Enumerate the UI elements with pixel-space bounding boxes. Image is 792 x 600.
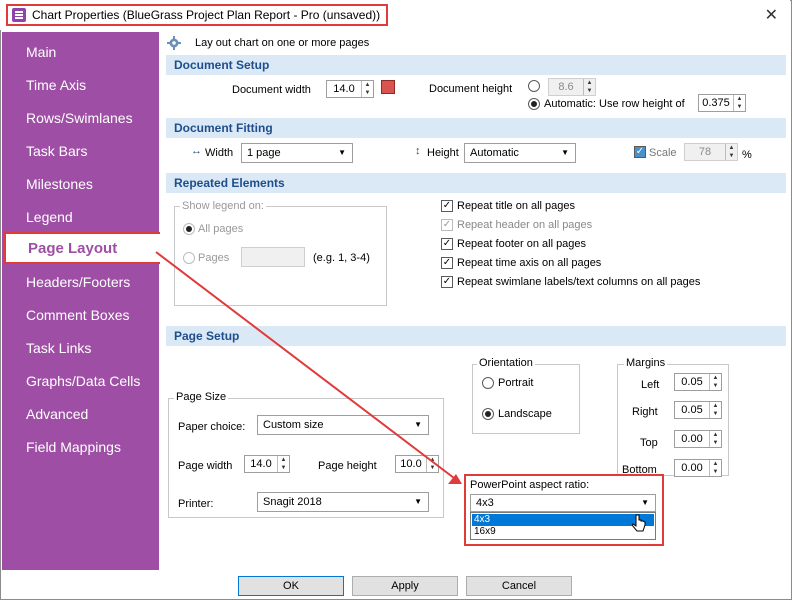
sidebar: Main Time Axis Rows/Swimlanes Task Bars … [2, 32, 159, 570]
repeat-footer-checkbox[interactable]: ✓ [441, 238, 453, 250]
sidebar-item-milestones[interactable]: Milestones [26, 176, 93, 192]
legend-pages-input[interactable] [241, 247, 305, 267]
sidebar-item-rows-swimlanes[interactable]: Rows/Swimlanes [26, 110, 133, 126]
sidebar-item-legend[interactable]: Legend [26, 209, 73, 225]
sidebar-item-headers-footers[interactable]: Headers/Footers [26, 274, 130, 290]
margin-bottom-spinner[interactable]: 0.00 ▲ ▼ [674, 459, 722, 477]
scale-spinner[interactable]: 78 ▲ ▼ [684, 143, 738, 161]
document-height-spinner[interactable]: 8.6 ▲ ▼ [548, 78, 596, 96]
printer-select[interactable]: Snagit 2018 ▼ [257, 492, 429, 512]
sidebar-item-main[interactable]: Main [26, 44, 56, 60]
mouse-cursor-icon [631, 514, 646, 535]
landscape-label: Landscape [498, 408, 552, 420]
sidebar-item-comment-boxes[interactable]: Comment Boxes [26, 307, 129, 323]
ppt-aspect-select[interactable]: 4x3 ▼ [470, 494, 656, 512]
document-width-spinner[interactable]: 14.0 ▲ ▼ [326, 80, 374, 98]
section-document-setup: Document Setup [166, 55, 786, 75]
sidebar-item-label: Page Layout [28, 240, 118, 257]
repeat-swimlane-label: Repeat swimlane labels/text columns on a… [457, 276, 701, 288]
page-height-spinner[interactable]: 10.0 ▲ ▼ [395, 455, 439, 473]
orientation-title: Orientation [477, 357, 535, 369]
fit-width-icon[interactable] [381, 80, 395, 94]
legend-all-pages-label: All pages [198, 223, 244, 235]
scale-checkbox[interactable]: ✓ [634, 146, 646, 158]
fit-width-label: Width [205, 147, 234, 159]
legend-pages-label: Pages [198, 252, 230, 264]
repeat-footer-label: Repeat footer on all pages [457, 238, 587, 250]
chevron-down-icon: ▼ [414, 497, 422, 506]
ppt-option-4x3[interactable]: 4x3 [472, 514, 654, 526]
repeat-title-label: Repeat title on all pages [457, 200, 576, 212]
fit-width-select[interactable]: 1 page ▼ [241, 143, 353, 163]
legend-pages-hint: (e.g. 1, 3-4) [313, 252, 370, 264]
portrait-label: Portrait [498, 377, 534, 389]
margins-title: Margins [624, 357, 668, 369]
margin-left-spinner[interactable]: 0.05 ▲ ▼ [674, 373, 722, 391]
repeat-time-axis-label: Repeat time axis on all pages [457, 257, 602, 269]
width-fit-icon: ↔ [191, 145, 202, 157]
repeat-header-label: Repeat header on all pages [457, 219, 593, 231]
legend-pages-radio[interactable] [183, 252, 195, 264]
document-height-radio[interactable] [528, 80, 540, 92]
sidebar-item-task-links[interactable]: Task Links [26, 340, 91, 356]
paper-choice-label: Paper choice: [178, 421, 246, 433]
repeat-time-axis-checkbox[interactable]: ✓ [441, 257, 453, 269]
sidebar-item-time-axis[interactable]: Time Axis [26, 77, 86, 93]
ppt-option-16x9[interactable]: 16x9 [472, 526, 654, 538]
scale-unit: % [742, 149, 752, 161]
page-width-label: Page width [178, 460, 233, 472]
app-icon [12, 8, 26, 22]
chevron-down-icon: ▼ [561, 148, 569, 157]
ppt-aspect-dropdown: 4x3 16x9 [470, 512, 656, 540]
apply-button[interactable]: Apply [352, 576, 458, 596]
legend-all-pages-radio[interactable] [183, 223, 195, 235]
repeat-title-checkbox[interactable]: ✓ [441, 200, 453, 212]
close-icon[interactable]: ✕ [765, 5, 778, 25]
margin-right-spinner[interactable]: 0.05 ▲ ▼ [674, 401, 722, 419]
section-document-fitting: Document Fitting [166, 118, 786, 138]
scale-label: Scale [649, 147, 677, 159]
gear-icon [167, 36, 181, 50]
chevron-down-icon: ▼ [338, 148, 346, 157]
title-bar: Chart Properties (BlueGrass Project Plan… [0, 0, 790, 30]
page-size-title: Page Size [174, 391, 229, 403]
window-title: Chart Properties (BlueGrass Project Plan… [32, 8, 381, 22]
sidebar-item-task-bars[interactable]: Task Bars [26, 143, 87, 159]
section-page-setup: Page Setup [166, 326, 786, 346]
ppt-aspect-label: PowerPoint aspect ratio: [470, 479, 590, 491]
ok-button[interactable]: OK [238, 576, 344, 596]
margin-left-label: Left [641, 379, 660, 391]
margin-top-label: Top [640, 437, 658, 449]
document-height-label: Document height [429, 83, 513, 95]
page-width-spinner[interactable]: 14.0 ▲ ▼ [244, 455, 290, 473]
sidebar-item-graphs-data-cells[interactable]: Graphs/Data Cells [26, 373, 140, 389]
fit-height-select[interactable]: Automatic ▼ [464, 143, 576, 163]
legend-group-title: Show legend on: [180, 200, 266, 212]
sidebar-item-page-layout[interactable]: Page Layout [4, 232, 162, 264]
row-height-spinner[interactable]: 0.375 ▲ ▼ [698, 94, 746, 112]
margin-right-label: Right [632, 406, 658, 418]
margin-top-spinner[interactable]: 0.00 ▲ ▼ [674, 430, 722, 448]
paper-choice-select[interactable]: Custom size ▼ [257, 415, 429, 435]
automatic-height-label: Automatic: Use row height of [544, 98, 685, 110]
height-fit-icon: ↕ [415, 145, 421, 157]
automatic-height-radio[interactable] [528, 98, 540, 110]
sidebar-item-advanced[interactable]: Advanced [26, 406, 88, 422]
repeat-swimlane-checkbox[interactable]: ✓ [441, 276, 453, 288]
landscape-radio[interactable] [482, 408, 494, 420]
printer-label: Printer: [178, 498, 214, 510]
portrait-radio[interactable] [482, 377, 494, 389]
fit-height-label: Height [427, 147, 459, 159]
cancel-button[interactable]: Cancel [466, 576, 572, 596]
orientation-group [472, 364, 580, 434]
chevron-down-icon: ▼ [641, 498, 649, 507]
header-hint: Lay out chart on one or more pages [195, 37, 370, 49]
repeat-header-checkbox[interactable]: ✓ [441, 219, 453, 231]
document-width-label: Document width [232, 84, 311, 96]
chevron-down-icon: ▼ [414, 420, 422, 429]
title-highlight: Chart Properties (BlueGrass Project Plan… [6, 4, 389, 26]
sidebar-item-field-mappings[interactable]: Field Mappings [26, 439, 121, 455]
section-repeated-elements: Repeated Elements [166, 173, 786, 193]
page-height-label: Page height [318, 460, 377, 472]
